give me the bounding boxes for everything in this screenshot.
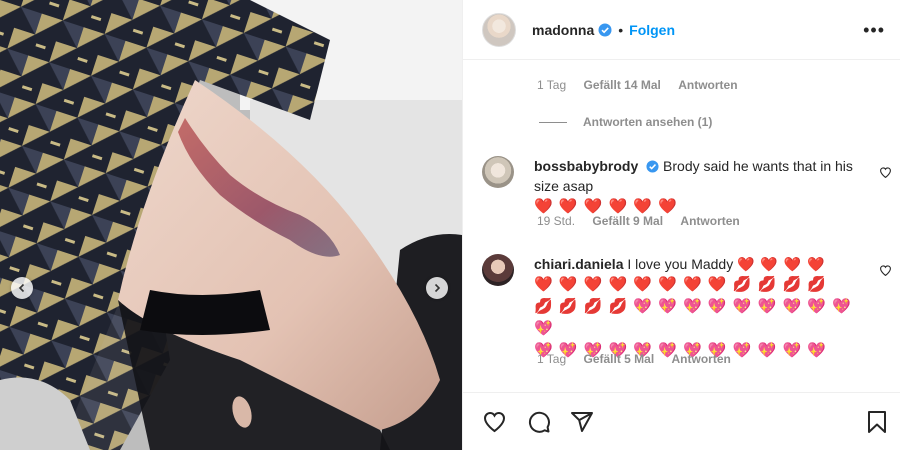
comment-likes[interactable]: Gefällt 14 Mal	[583, 78, 660, 92]
comment-likes[interactable]: Gefällt 5 Mal	[583, 352, 654, 366]
comment-emoji-line: ❤️ ❤️ ❤️ ❤️ ❤️ ❤️ ❤️ ❤️ 💋 💋 💋 💋	[534, 276, 827, 293]
avatar[interactable]	[482, 12, 516, 47]
divider	[539, 121, 567, 123]
comment-emoji-line: 💋 💋 💋 💋 💖 💖 💖 💖 💖 💖 💖 💖 💖 💖	[534, 298, 852, 337]
view-replies-label: Antworten ansehen (1)	[583, 115, 713, 129]
more-options-icon[interactable]: •••	[863, 20, 885, 41]
avatar[interactable]	[482, 254, 514, 286]
comment-time: 19 Std.	[537, 214, 576, 228]
comment-username[interactable]: chiari.daniela	[534, 256, 623, 272]
comment-text: I love you Maddy	[627, 256, 734, 272]
comment-meta: 1 Tag Gefällt 5 Mal Antworten	[537, 352, 745, 366]
comment-meta: 1 Tag Gefällt 14 Mal Antworten	[537, 78, 752, 92]
like-comment-heart-icon[interactable]	[879, 166, 892, 179]
comment-emoji-line: ❤️ ❤️ ❤️ ❤️	[737, 256, 826, 272]
post-image	[0, 0, 462, 450]
author-username[interactable]: madonna	[532, 22, 594, 38]
next-photo-button[interactable]	[426, 277, 448, 299]
comment-icon[interactable]	[527, 410, 551, 434]
comment-likes[interactable]: Gefällt 9 Mal	[592, 214, 663, 228]
follow-button[interactable]: Folgen	[629, 22, 675, 38]
reply-button[interactable]: Antworten	[680, 214, 739, 228]
post-actions-bar	[463, 392, 900, 450]
comment-username[interactable]: bossbabybrody	[534, 158, 638, 174]
comment-meta: 19 Std. Gefällt 9 Mal Antworten	[537, 214, 754, 228]
post-header: madonna • Folgen •••	[463, 0, 900, 60]
like-comment-heart-icon[interactable]	[879, 264, 892, 277]
reply-button[interactable]: Antworten	[678, 78, 737, 92]
comment-time: 1 Tag	[537, 78, 567, 92]
previous-photo-button[interactable]	[11, 277, 33, 299]
comment-body: chiari.daniela I love you Maddy ❤️ ❤️ ❤️…	[534, 254, 864, 362]
heart-icon[interactable]	[482, 410, 507, 434]
chevron-right-icon	[434, 283, 441, 293]
comment-body: bossbabybrody Brody said he wants that i…	[534, 156, 864, 218]
avatar[interactable]	[482, 156, 514, 188]
chevron-left-icon	[18, 283, 25, 293]
post-photo	[0, 0, 462, 450]
verified-badge-icon	[598, 23, 612, 36]
comment-time: 1 Tag	[537, 352, 567, 366]
share-icon[interactable]	[570, 410, 594, 434]
comment-item: chiari.daniela I love you Maddy ❤️ ❤️ ❤️…	[482, 254, 900, 362]
view-replies-button[interactable]: Antworten ansehen (1)	[539, 115, 712, 129]
comments-panel: madonna • Folgen ••• 1 Tag Gefällt 14 Ma…	[462, 0, 900, 450]
separator-dot: •	[618, 21, 624, 38]
comment-item: bossbabybrody Brody said he wants that i…	[482, 156, 900, 218]
verified-badge-icon	[646, 160, 659, 173]
bookmark-icon[interactable]	[866, 410, 888, 434]
reply-button[interactable]: Antworten	[672, 352, 731, 366]
